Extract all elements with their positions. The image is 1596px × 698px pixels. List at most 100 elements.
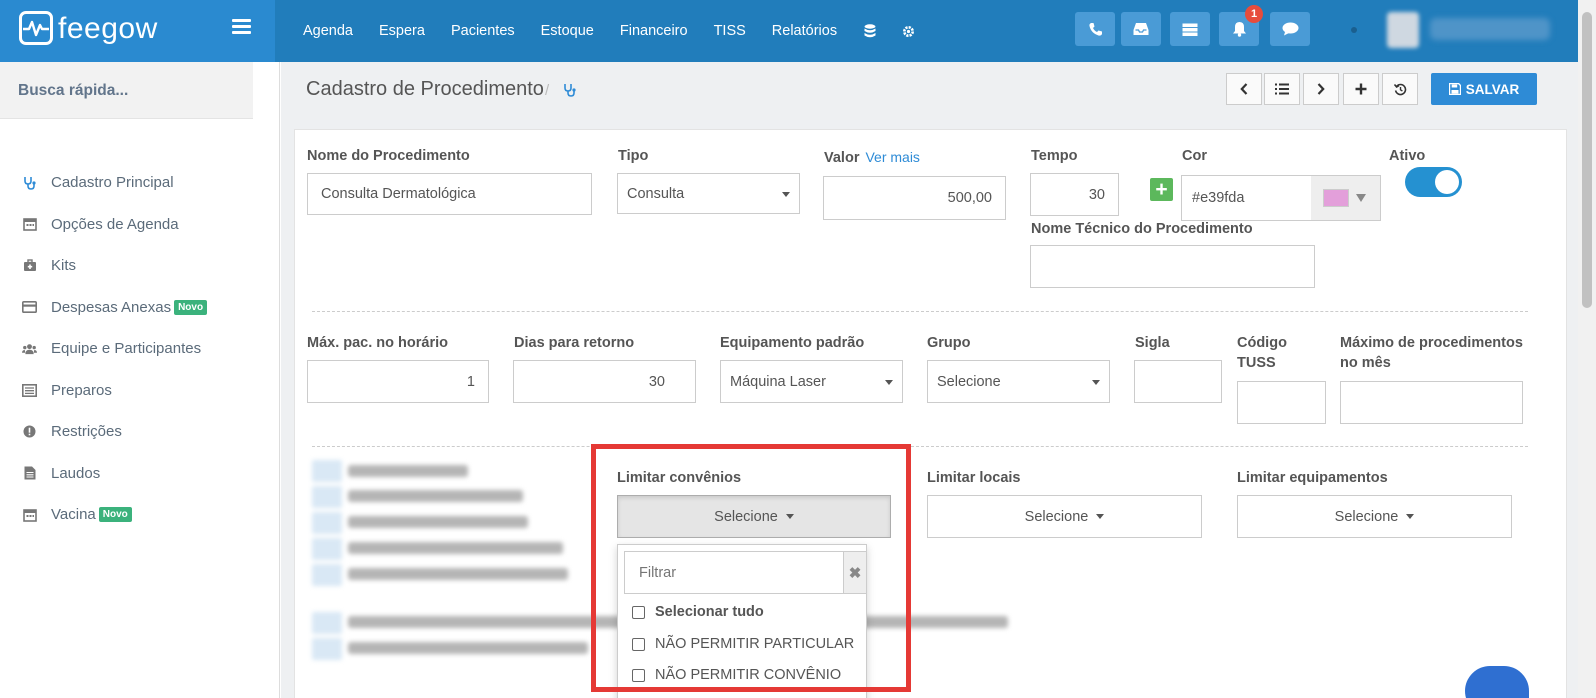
server-button[interactable] — [1170, 12, 1210, 46]
history-button[interactable] — [1382, 73, 1418, 105]
calendar-icon — [22, 217, 37, 232]
nome-input[interactable]: Consulta Dermatológica — [307, 173, 592, 215]
sidebar-item-despesas-anexas[interactable]: Despesas Anexas Novo — [0, 287, 280, 329]
tempo-label: Tempo — [1031, 148, 1078, 164]
nav-agenda[interactable]: Agenda — [303, 23, 353, 39]
list-button[interactable] — [1264, 73, 1300, 105]
codigo-tuss-input[interactable] — [1237, 381, 1326, 424]
next-button[interactable] — [1303, 73, 1339, 105]
limitar-equipamentos-button[interactable]: Selecione — [1237, 495, 1512, 538]
sidebar-item-label: Preparos — [51, 381, 112, 399]
ver-mais-link[interactable]: Ver mais — [865, 149, 919, 165]
option-nao-permitir-particular[interactable]: NÃO PERMITIR PARTICULAR — [632, 636, 854, 652]
limitar-convenios-button[interactable]: Selecione — [617, 495, 891, 538]
chat-button[interactable] — [1270, 12, 1310, 46]
max-proc-mes-label-line2: no mês — [1340, 355, 1391, 371]
sidebar-item-laudos[interactable]: Laudos — [0, 453, 280, 495]
ativo-toggle[interactable] — [1405, 167, 1462, 197]
file-text-icon — [22, 466, 37, 481]
clear-filter-button[interactable]: ✖ — [843, 551, 866, 594]
checkbox[interactable] — [632, 605, 645, 619]
dias-retorno-label: Dias para retorno — [514, 335, 635, 351]
nav-estoque[interactable]: Estoque — [541, 23, 594, 39]
notifications-button[interactable]: 1 — [1219, 5, 1263, 46]
notification-count-badge: 1 — [1245, 5, 1263, 23]
add-button[interactable] — [1343, 73, 1379, 105]
checkbox[interactable] — [632, 637, 645, 651]
database-icon[interactable] — [863, 24, 876, 38]
user-avatar[interactable] — [1387, 12, 1419, 48]
gear-icon[interactable] — [902, 24, 915, 38]
save-button[interactable]: SALVAR — [1431, 73, 1537, 105]
menu-toggle-icon[interactable] — [232, 19, 251, 34]
tempo-input[interactable]: 30 — [1030, 173, 1119, 216]
limitar-convenios-value: Selecione — [714, 508, 778, 525]
sidebar-item-preparos[interactable]: Preparos — [0, 370, 280, 412]
nav-tiss[interactable]: TISS — [714, 23, 746, 39]
calendar-icon — [22, 507, 37, 522]
codigo-tuss-label: Código TUSS — [1237, 333, 1287, 373]
sidebar-item-equipe-participantes[interactable]: Equipe e Participantes — [0, 328, 280, 370]
sidebar-item-vacina[interactable]: Vacina Novo — [0, 494, 280, 536]
max-pac-label: Máx. pac. no horário — [307, 335, 448, 351]
sidebar-item-cadastro-principal[interactable]: Cadastro Principal — [0, 162, 280, 204]
ativo-label: Ativo — [1389, 148, 1426, 164]
nav-espera[interactable]: Espera — [379, 23, 425, 39]
page-scrollbar[interactable] — [1578, 0, 1596, 698]
list-icon — [1275, 83, 1289, 95]
filter-group: ✖ — [624, 551, 866, 594]
previous-button[interactable] — [1226, 73, 1262, 105]
limitar-locais-value: Selecione — [1024, 508, 1089, 525]
sidebar-item-restricoes[interactable]: Restrições — [0, 411, 280, 453]
limitar-locais-button[interactable]: Selecione — [927, 495, 1202, 538]
stethoscope-icon — [563, 83, 576, 102]
sidebar-item-opcoes-agenda[interactable]: Opções de Agenda — [0, 204, 280, 246]
inbox-button[interactable] — [1121, 12, 1161, 46]
server-icon — [1182, 23, 1198, 36]
nav-financeiro[interactable]: Financeiro — [620, 23, 688, 39]
select-all-option[interactable]: Selecionar tudo — [632, 604, 764, 620]
exclamation-circle-icon — [22, 424, 37, 439]
nav-pacientes[interactable]: Pacientes — [451, 23, 515, 39]
nav-relatorios[interactable]: Relatórios — [772, 23, 837, 39]
brand-name[interactable]: feegow — [58, 12, 158, 46]
equipamento-select[interactable]: Máquina Laser — [720, 360, 903, 403]
scrollbar-thumb[interactable] — [1582, 12, 1592, 308]
quick-search[interactable]: Busca rápida... — [0, 62, 253, 119]
procedure-form: Nome do Procedimento Consulta Dermatológ… — [294, 129, 1567, 698]
cor-input[interactable]: #e39fda — [1181, 175, 1312, 221]
max-proc-mes-label-line1: Máximo de procedimentos — [1340, 335, 1523, 351]
max-pac-input[interactable]: 1 — [307, 360, 489, 403]
page-title: Cadastro de Procedimento — [306, 78, 544, 100]
section-divider — [312, 446, 1528, 447]
section-divider — [312, 311, 1528, 312]
nome-tecnico-input[interactable] — [1030, 245, 1315, 288]
add-tempo-button[interactable]: + — [1150, 178, 1173, 201]
sidebar-item-label: Laudos — [51, 464, 101, 482]
max-proc-mes-input[interactable] — [1340, 381, 1523, 424]
medkit-icon — [22, 258, 37, 273]
option-label: Selecionar tudo — [655, 604, 764, 620]
option-nao-permitir-convenio[interactable]: NÃO PERMITIR CONVÊNIO — [632, 667, 841, 683]
phone-button[interactable] — [1075, 12, 1115, 46]
grupo-label: Grupo — [927, 335, 971, 351]
user-name-blurred[interactable] — [1430, 18, 1550, 40]
filter-input[interactable] — [624, 551, 844, 594]
valor-input[interactable]: 500,00 — [823, 176, 1006, 220]
dias-retorno-input[interactable]: 30 — [513, 360, 696, 403]
main-content: Cadastro de Procedimento / SALVAR Nome d… — [281, 62, 1578, 698]
checkbox[interactable] — [632, 668, 645, 682]
tipo-label: Tipo — [618, 148, 649, 164]
chat-widget-button[interactable] — [1465, 666, 1529, 698]
grupo-select[interactable]: Selecione — [927, 360, 1110, 403]
sigla-label: Sigla — [1135, 335, 1170, 351]
color-picker-button[interactable] — [1311, 175, 1381, 221]
logo-icon[interactable] — [19, 11, 53, 45]
users-icon — [22, 341, 37, 356]
sigla-input[interactable] — [1134, 360, 1222, 403]
history-icon — [1393, 83, 1406, 95]
save-label: SALVAR — [1465, 81, 1520, 97]
sidebar-item-kits[interactable]: Kits — [0, 245, 280, 287]
caret-down-icon — [785, 514, 794, 519]
tipo-select[interactable]: Consulta — [617, 173, 800, 214]
